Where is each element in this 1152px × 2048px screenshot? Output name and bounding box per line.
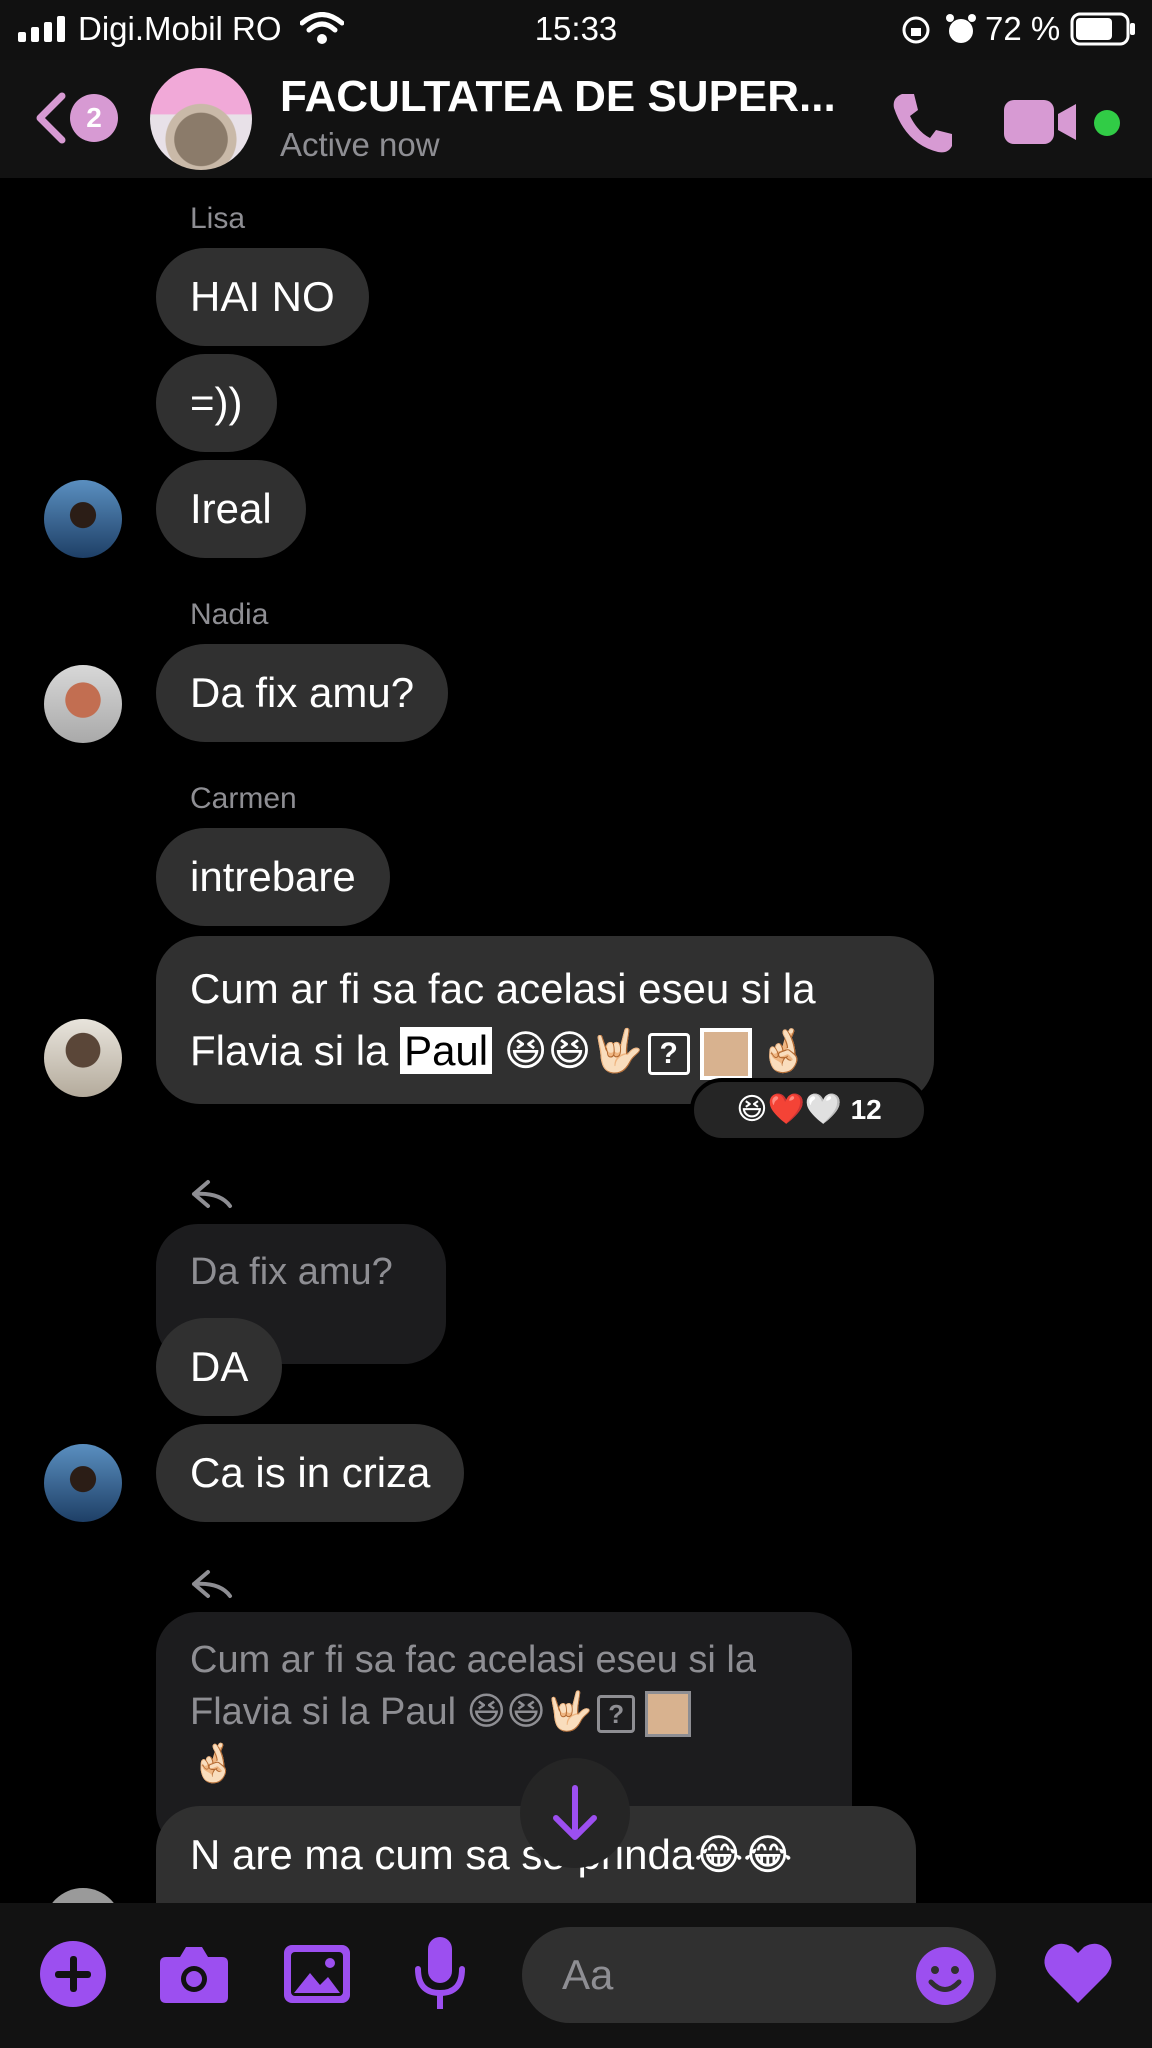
composer-bar (0, 1903, 1152, 2048)
avatar-lisa[interactable] (44, 480, 122, 558)
sender-name-lisa: Lisa (190, 202, 246, 235)
video-call-button[interactable] (1004, 96, 1078, 148)
scroll-to-bottom-button[interactable] (520, 1758, 630, 1868)
group-avatar[interactable] (150, 68, 252, 170)
avatar-nadia[interactable] (44, 665, 122, 743)
camera-button[interactable] (158, 1943, 230, 2005)
image-icon (284, 1945, 350, 2003)
chat-header: 2 FACULTATEA DE SUPER... Active now (0, 60, 1152, 178)
reaction-summary[interactable]: 😆❤️🤍 12 (690, 1078, 928, 1142)
reaction-emojis: 😆❤️🤍 (736, 1093, 843, 1126)
message-input[interactable] (562, 1927, 902, 2023)
online-indicator (1094, 110, 1120, 136)
highlighted-mention: Paul (400, 1027, 493, 1074)
message-emoji: 😆😆🤟🏻 (503, 1027, 644, 1074)
plus-icon[interactable] (40, 1941, 106, 2007)
quoted-emoji: 😆😆🤟🏻 (466, 1691, 594, 1733)
skin-tone-swatch (699, 1027, 752, 1080)
gallery-button[interactable] (282, 1943, 352, 2005)
unknown-glyph-icon: ? (597, 1694, 636, 1733)
reply-icon (192, 1570, 232, 1598)
battery-icon (1070, 12, 1135, 46)
status-bar: Digi.Mobil RO 15:33 72 % (0, 0, 1152, 60)
skin-tone-swatch (645, 1690, 692, 1737)
avatar-lisa[interactable] (44, 1444, 122, 1522)
message-list[interactable]: Lisa HAI NO =)) Ireal Nadia Da fix amu? … (0, 178, 1152, 1903)
message-bubble[interactable]: DA (156, 1318, 283, 1416)
active-status: Active now (280, 126, 440, 163)
message-bubble[interactable]: =)) (156, 354, 277, 452)
quoted-emoji: 🤞🏻 (190, 1743, 238, 1785)
emoji-button[interactable] (914, 1945, 976, 2007)
message-input-container (522, 1927, 996, 2023)
camera-icon (160, 1947, 228, 2003)
message-bubble[interactable]: Ireal (156, 460, 306, 558)
conversation-title[interactable]: FACULTATEA DE SUPER... (280, 72, 870, 122)
unknown-glyph-icon: ? (647, 1032, 690, 1075)
microphone-icon (415, 1937, 465, 2009)
heart-send-button[interactable] (1040, 1935, 1116, 2011)
battery-percentage: 72 % (985, 10, 1061, 47)
sender-name-carmen: Carmen (190, 782, 297, 815)
message-bubble[interactable]: Ca is in criza (156, 1424, 465, 1522)
lock-rotation-icon (902, 16, 930, 44)
unread-badge: 2 (70, 94, 118, 142)
reaction-count: 12 (850, 1094, 882, 1125)
message-emoji: 🤞🏻 (757, 1027, 810, 1074)
message-bubble[interactable]: intrebare (156, 828, 390, 926)
clock: 15:33 (534, 10, 618, 47)
voice-call-button[interactable] (888, 88, 958, 158)
reply-icon (192, 1180, 232, 1208)
arrow-down-icon (553, 1785, 597, 1840)
message-bubble[interactable]: Da fix amu? (156, 644, 449, 742)
video-camera-icon (1004, 100, 1076, 144)
avatar-carmen[interactable] (44, 1019, 122, 1097)
back-chevron-icon (36, 92, 66, 144)
phone-icon (893, 94, 952, 153)
voice-message-button[interactable] (412, 1935, 468, 2013)
avatar-partial[interactable] (44, 1888, 122, 1903)
message-bubble[interactable]: HAI NO (156, 248, 369, 346)
smiley-icon (916, 1947, 974, 2005)
sender-name-nadia: Nadia (190, 598, 269, 631)
heart-icon (1044, 1943, 1112, 2003)
alarm-icon (946, 14, 976, 43)
